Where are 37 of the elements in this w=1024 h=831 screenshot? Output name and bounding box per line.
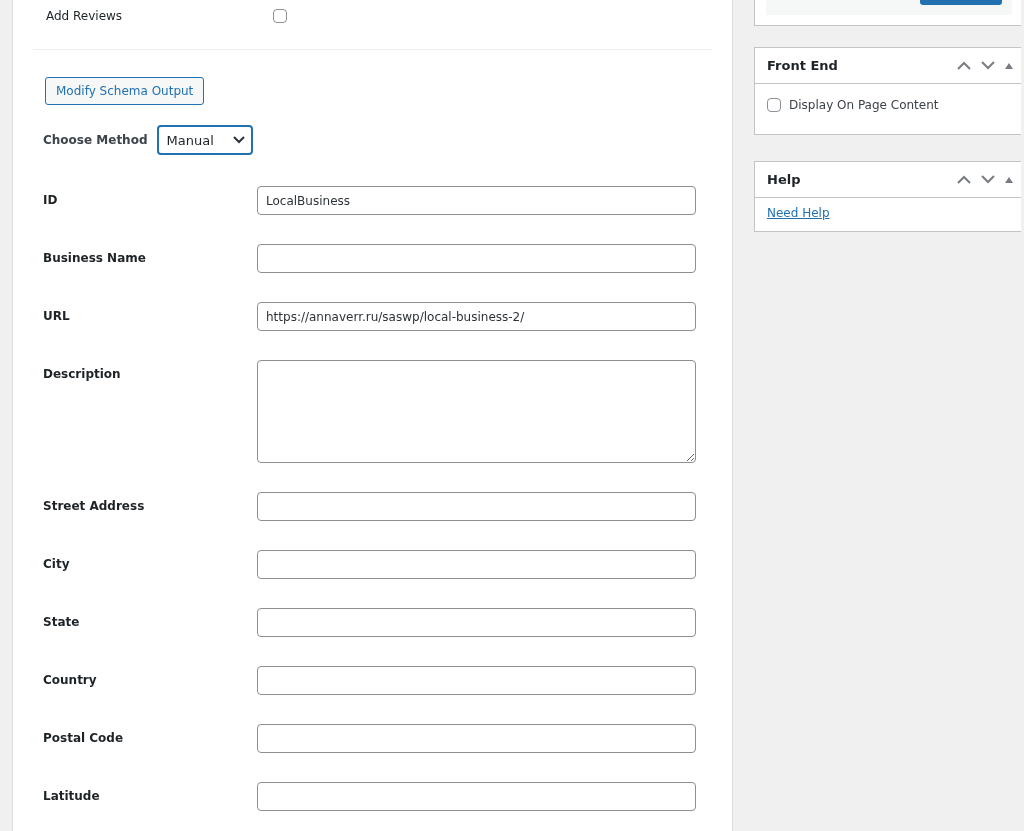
chevron-down-icon bbox=[232, 136, 245, 144]
input-field[interactable] bbox=[257, 782, 696, 811]
input-field[interactable]: https://annaverr.ru/saswp/local-business-2/ bbox=[257, 302, 696, 331]
chevron-down-icon[interactable] bbox=[981, 175, 995, 184]
field-label: ID bbox=[43, 192, 59, 209]
field-label: City bbox=[43, 556, 71, 573]
collapse-triangle-icon[interactable] bbox=[1005, 176, 1013, 183]
field-label: Street Address bbox=[43, 498, 146, 515]
field-label: State bbox=[43, 614, 81, 631]
checkbox[interactable] bbox=[767, 98, 781, 112]
field-label: Add Reviews bbox=[46, 8, 124, 23]
input-field[interactable] bbox=[257, 550, 696, 579]
field-label: URL bbox=[43, 308, 71, 325]
chevron-up-icon[interactable] bbox=[957, 61, 971, 70]
help-link[interactable]: Need Help bbox=[767, 206, 830, 220]
checkbox-label: Display On Page Content bbox=[789, 98, 939, 112]
input-field[interactable] bbox=[257, 492, 696, 521]
input-field[interactable] bbox=[257, 244, 696, 273]
text-area[interactable] bbox=[257, 360, 696, 463]
field-label: Choose Method bbox=[43, 133, 148, 147]
checkbox[interactable] bbox=[273, 8, 287, 23]
method-dropdown[interactable]: Manual bbox=[156, 125, 253, 155]
panel-title: Front End bbox=[767, 58, 838, 73]
collapse-triangle-icon[interactable] bbox=[1005, 62, 1013, 69]
input-field[interactable]: LocalBusiness bbox=[257, 186, 696, 215]
panel-title: Help bbox=[767, 172, 801, 187]
field-label: Description bbox=[43, 366, 122, 383]
field-label: Country bbox=[43, 672, 98, 689]
input-field[interactable] bbox=[257, 608, 696, 637]
input-field[interactable] bbox=[257, 666, 696, 695]
chevron-down-icon[interactable] bbox=[981, 61, 995, 70]
field-label: Latitude bbox=[43, 788, 101, 805]
chevron-up-icon[interactable] bbox=[957, 175, 971, 184]
field-label: Postal Code bbox=[43, 730, 125, 747]
field-label: Business Name bbox=[43, 250, 147, 267]
modify-schema-button[interactable]: Modify Schema Output bbox=[45, 77, 205, 105]
input-field[interactable] bbox=[257, 724, 696, 753]
